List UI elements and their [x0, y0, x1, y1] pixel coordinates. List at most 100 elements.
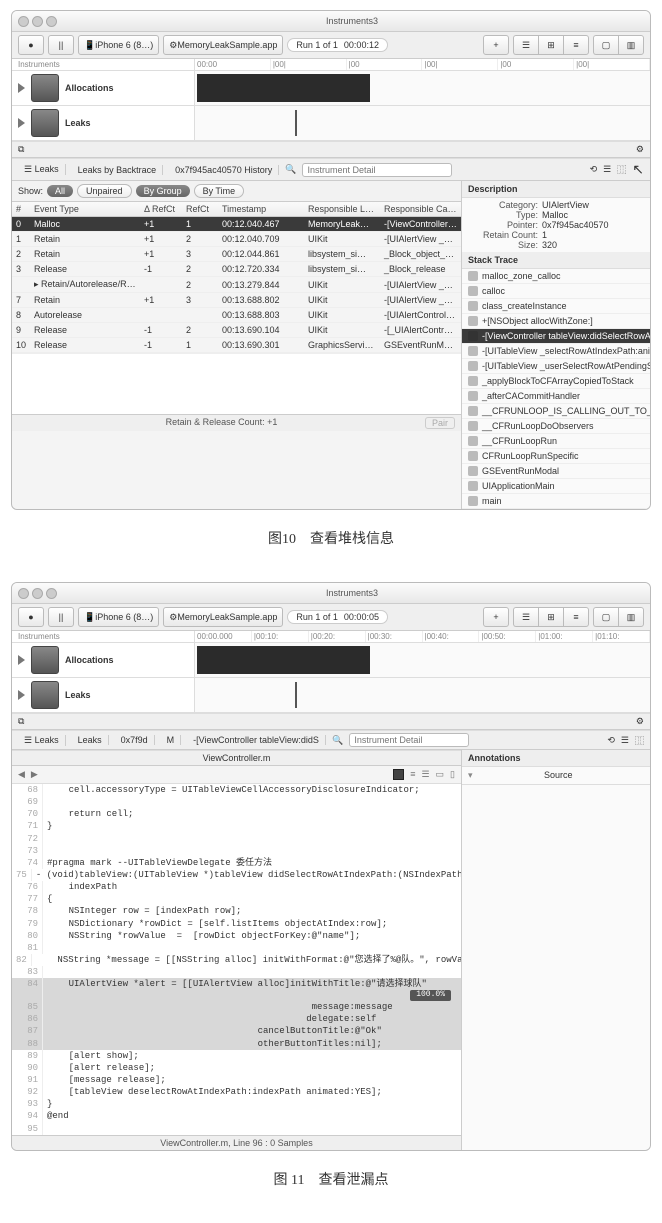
events-table[interactable]: #Event TypeΔ RefCtRefCtTimestampResponsi…: [12, 202, 461, 353]
file-tab-label[interactable]: ViewController.m: [203, 753, 271, 763]
filter-icon[interactable]: ⧉: [18, 716, 24, 727]
disclosure-icon[interactable]: [18, 690, 25, 700]
code-line[interactable]: 69: [12, 796, 461, 808]
pause-button[interactable]: ||: [48, 35, 74, 55]
settings-icon[interactable]: ⿲: [617, 163, 626, 176]
add-button[interactable]: +: [483, 607, 509, 627]
col-header[interactable]: Timestamp: [218, 202, 304, 217]
table-row[interactable]: 1Retain+1200:12.040.709UIKit-[UIAlertVie…: [12, 232, 461, 247]
stack-frame[interactable]: __CFRunLoopDoObservers: [462, 419, 650, 434]
code-line[interactable]: 93}: [12, 1098, 461, 1110]
disclosure-icon[interactable]: [18, 118, 25, 128]
record-button[interactable]: ●: [18, 607, 44, 627]
stack-frame[interactable]: malloc_zone_calloc: [462, 269, 650, 284]
stack-frame[interactable]: -[UITableView _selectRowAtIndexPath:anim…: [462, 344, 650, 359]
target-selector[interactable]: ⚙ MemoryLeakSample.app: [163, 607, 283, 627]
view-seg[interactable]: ▢▥: [593, 607, 644, 627]
view-seg[interactable]: ▢▥: [593, 35, 644, 55]
code-line[interactable]: 88 otherButtonTitles:nil];: [12, 1038, 461, 1050]
list-icon[interactable]: ☰: [621, 735, 629, 746]
col-header[interactable]: Event Type: [30, 202, 140, 217]
table-row[interactable]: 10Release-1100:13.690.301GraphicsServi…G…: [12, 338, 461, 353]
nav-icon[interactable]: ⟲: [607, 735, 615, 746]
code-line[interactable]: 79 NSDictionary *rowDict = [self.listIte…: [12, 918, 461, 930]
code-line[interactable]: 92 [tableView deselectRowAtIndexPath:ind…: [12, 1086, 461, 1098]
code-line[interactable]: 76 indexPath: [12, 881, 461, 893]
filter-all[interactable]: All: [47, 185, 73, 197]
table-row[interactable]: 7Retain+1300:13.688.802UIKit-[UIAlertVie…: [12, 293, 461, 308]
stack-frame[interactable]: -[ViewController tableView:didSelectRowA…: [462, 329, 650, 344]
code-line[interactable]: 85 message:message: [12, 1001, 461, 1013]
search-input[interactable]: [349, 733, 469, 747]
track[interactable]: Allocations: [12, 643, 650, 678]
table-row[interactable]: 9Release-1200:13.690.104UIKit-[_UIAlertC…: [12, 323, 461, 338]
code-line[interactable]: 91 [message release];: [12, 1074, 461, 1086]
box-icon[interactable]: [393, 769, 404, 780]
code-line[interactable]: 89 [alert show];: [12, 1050, 461, 1062]
fwd-icon[interactable]: ▶: [31, 769, 38, 780]
list-icon[interactable]: ☰: [603, 164, 611, 175]
stack-frame[interactable]: _afterCACommitHandler: [462, 389, 650, 404]
col-header[interactable]: RefCt: [182, 202, 218, 217]
col-header[interactable]: #: [12, 202, 30, 217]
stack-frame[interactable]: CFRunLoopRunSpecific: [462, 449, 650, 464]
device-selector[interactable]: 📱 iPhone 6 (8…): [78, 35, 159, 55]
code-line[interactable]: 70 return cell;: [12, 808, 461, 820]
code-line[interactable]: 81: [12, 942, 461, 954]
crumb-1[interactable]: Leaks: [72, 735, 109, 745]
col-header[interactable]: Responsible L…: [304, 202, 380, 217]
gear-icon[interactable]: ⚙: [636, 716, 644, 727]
stack-frame[interactable]: +[NSObject allocWithZone:]: [462, 314, 650, 329]
cfg-icon[interactable]: ☰: [421, 769, 429, 780]
filter-icon[interactable]: ⧉: [18, 144, 24, 155]
disclosure-icon[interactable]: [18, 83, 25, 93]
crumb-3[interactable]: M: [161, 735, 182, 745]
code-line[interactable]: 75- (void)tableView:(UITableView *)table…: [12, 869, 461, 881]
settings-icon[interactable]: ⿲: [635, 734, 644, 747]
table-row[interactable]: 2Retain+1300:12.044.861libsystem_si…_Blo…: [12, 247, 461, 262]
code-line[interactable]: 80 NSString *rowValue = [rowDict objectF…: [12, 930, 461, 942]
gear-icon[interactable]: ⚙: [636, 144, 644, 155]
stack-frame[interactable]: GSEventRunModal: [462, 464, 650, 479]
crumb-2[interactable]: 0x7f9d: [115, 735, 155, 745]
track-label[interactable]: ☰ Leaks: [18, 735, 66, 746]
table-row[interactable]: 0Malloc+1100:12.040.467MemoryLeak…-[View…: [12, 217, 461, 232]
opt-icon[interactable]: ▭: [436, 769, 445, 780]
table-row[interactable]: 8Autorelease00:13.688.803UIKit-[UIAlertC…: [12, 308, 461, 323]
zoom-icon[interactable]: [46, 588, 57, 599]
source-editor[interactable]: 68 cell.accessoryType = UITableViewCellA…: [12, 784, 461, 1135]
code-line[interactable]: 94@end: [12, 1110, 461, 1122]
stack-frame[interactable]: UIApplicationMain: [462, 479, 650, 494]
code-line[interactable]: 78 NSInteger row = [indexPath row];: [12, 905, 461, 917]
crumb-4[interactable]: -[ViewController tableView:didS: [187, 735, 326, 745]
filter-bygroup[interactable]: By Group: [136, 185, 190, 197]
code-line[interactable]: 77{: [12, 893, 461, 905]
stack-frame[interactable]: __CFRUNLOOP_IS_CALLING_OUT_TO_AN…: [462, 404, 650, 419]
table-row[interactable]: 3Release-1200:12.720.334libsystem_si…_Bl…: [12, 262, 461, 277]
stack-frame[interactable]: -[UITableView _userSelectRowAtPendingSe…: [462, 359, 650, 374]
pause-button[interactable]: ||: [48, 607, 74, 627]
filter-unpaired[interactable]: Unpaired: [77, 184, 132, 198]
strategy-seg[interactable]: ☰⊞≡: [513, 35, 589, 55]
back-icon[interactable]: ◀: [18, 769, 25, 780]
minimize-icon[interactable]: [32, 16, 43, 27]
zoom-icon[interactable]: [46, 16, 57, 27]
filter-bytime[interactable]: By Time: [194, 184, 245, 198]
disclosure-icon[interactable]: [18, 655, 25, 665]
track-label[interactable]: ☰ Leaks: [18, 164, 66, 175]
code-line[interactable]: 95: [12, 1123, 461, 1135]
strategy-seg[interactable]: ☰⊞≡: [513, 607, 589, 627]
nav-icon[interactable]: ⟲: [590, 164, 598, 175]
track[interactable]: Leaks: [12, 678, 650, 713]
device-selector[interactable]: 📱 iPhone 6 (8…): [78, 607, 159, 627]
minimize-icon[interactable]: [32, 588, 43, 599]
stack-frame[interactable]: _applyBlockToCFArrayCopiedToStack: [462, 374, 650, 389]
search-input[interactable]: [302, 163, 452, 177]
crumb-1[interactable]: Leaks by Backtrace: [72, 165, 164, 175]
code-line[interactable]: 84 UIAlertView *alert = [[UIAlertView al…: [12, 978, 461, 1001]
add-button[interactable]: +: [483, 35, 509, 55]
stack-frame[interactable]: class_createInstance: [462, 299, 650, 314]
code-line[interactable]: 90 [alert release];: [12, 1062, 461, 1074]
track[interactable]: Leaks: [12, 106, 650, 141]
close-icon[interactable]: [18, 16, 29, 27]
